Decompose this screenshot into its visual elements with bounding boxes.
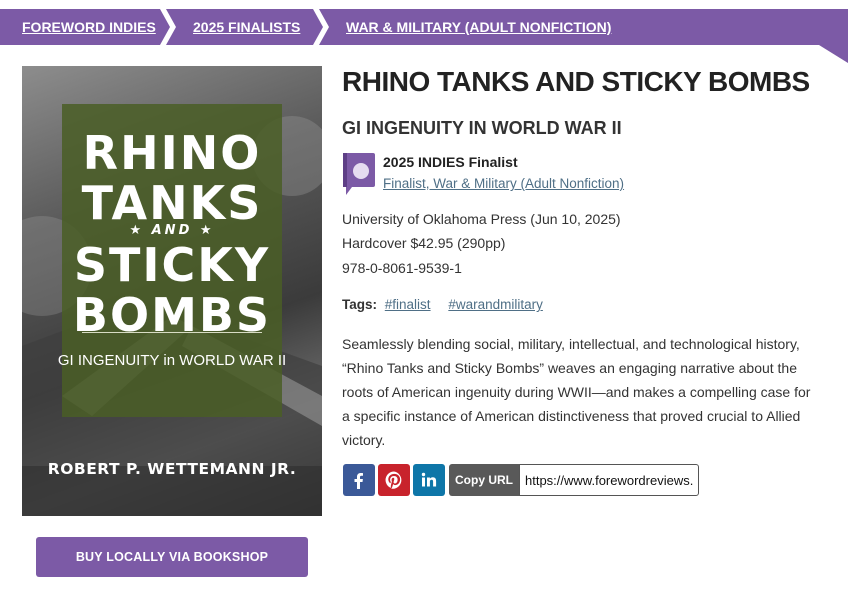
cover-title-line: ★ AND ★ — [129, 223, 215, 238]
book-cover: RHINO TANKS ★ AND ★ STICKY BOMBS GI INGE… — [22, 66, 322, 516]
tag-warandmilitary[interactable]: #warandmilitary — [448, 297, 543, 312]
cover-title-line: TANKS — [81, 176, 263, 230]
book-description: Seamlessly blending social, military, in… — [342, 336, 811, 448]
pinterest-icon — [385, 471, 402, 489]
book-title: RHINO TANKS AND STICKY BOMBS — [342, 66, 810, 97]
award-title: 2025 INDIES Finalist — [383, 154, 518, 170]
cover-subtitle: GI INGENUITY in WORLD WAR II — [57, 352, 287, 369]
tags-row: Tags: #finalist #warandmilitary — [342, 297, 543, 312]
award-ribbon-icon — [342, 152, 376, 196]
cover-author: ROBERT P. WETTEMANN JR. — [47, 460, 297, 478]
cover-title-line: STICKY — [73, 238, 271, 292]
linkedin-share-button[interactable] — [413, 464, 445, 496]
breadcrumb-separator — [160, 9, 176, 45]
award-block: 2025 INDIES Finalist Finalist, War & Mil… — [342, 152, 782, 196]
facebook-share-button[interactable] — [343, 464, 375, 496]
breadcrumb-war-military[interactable]: WAR & MILITARY (ADULT NONFICTION) — [346, 9, 611, 45]
breadcrumb-foreword-indies[interactable]: FOREWORD INDIES — [22, 9, 156, 45]
format-price: Hardcover $42.95 (290pp) — [342, 235, 506, 251]
isbn: 978-0-8061-9539-1 — [342, 260, 462, 276]
tags-label: Tags: — [342, 297, 378, 312]
pinterest-share-button[interactable] — [378, 464, 410, 496]
cover-title-and: AND — [151, 223, 193, 238]
cover-title-line: BOMBS — [72, 288, 272, 342]
cover-rule — [82, 332, 262, 333]
breadcrumb-separator — [313, 9, 329, 45]
award-category-link[interactable]: Finalist, War & Military (Adult Nonficti… — [383, 176, 624, 191]
breadcrumb-tail — [819, 45, 848, 63]
breadcrumb: FOREWORD INDIES 2025 FINALISTS WAR & MIL… — [0, 9, 848, 63]
breadcrumb-2025-finalists[interactable]: 2025 FINALISTS — [193, 9, 300, 45]
facebook-icon — [354, 473, 363, 489]
share-url-field[interactable] — [519, 464, 699, 496]
publisher-info: University of Oklahoma Press (Jun 10, 20… — [342, 211, 621, 227]
linkedin-icon — [421, 472, 437, 487]
tag-finalist[interactable]: #finalist — [385, 297, 431, 312]
copy-url-button[interactable]: Copy URL — [449, 464, 519, 496]
cover-title-line: RHINO — [82, 126, 262, 180]
buy-locally-button[interactable]: BUY LOCALLY VIA BOOKSHOP — [36, 537, 308, 577]
book-subtitle: GI INGENUITY IN WORLD WAR II — [342, 118, 622, 138]
